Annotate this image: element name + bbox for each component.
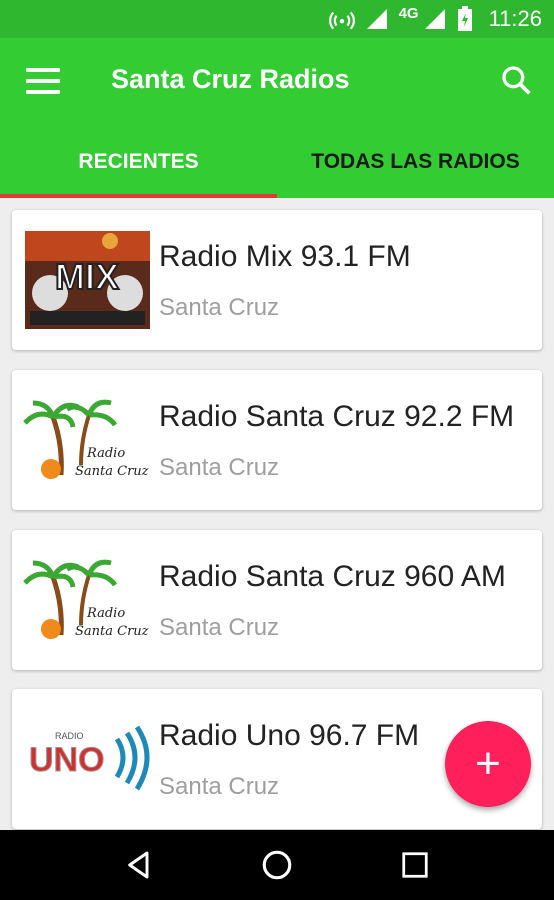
tab-recientes[interactable]: RECIENTES [0,126,277,198]
svg-text:Radio: Radio [86,606,125,621]
home-icon[interactable] [257,845,297,885]
svg-text:RADIO: RADIO [55,731,84,741]
palm-tree-logo: Radio Santa Cruz [20,382,155,497]
svg-text:MIX: MIX [55,256,119,297]
station-city: Santa Cruz [159,614,280,641]
station-city: Santa Cruz [159,773,280,800]
search-icon[interactable] [500,64,532,96]
network-type-label: 4G [398,4,419,22]
hotspot-icon [328,11,355,30]
svg-text:UNO: UNO [29,741,105,779]
app-title: Santa Cruz Radios [111,64,350,94]
tab-bar: RECIENTES TODAS LAS RADIOS [0,126,554,198]
app-toolbar: Santa Cruz Radios [0,38,554,126]
station-card[interactable]: MIX Radio Mix 93.1 FM Santa Cruz [12,210,542,350]
station-name: Radio Santa Cruz 960 AM [159,560,506,593]
recents-icon[interactable] [395,845,435,885]
tab-label: RECIENTES [78,150,199,173]
station-city: Santa Cruz [159,294,280,321]
svg-text:Santa Cruz: Santa Cruz [75,464,149,479]
menu-icon[interactable] [26,68,60,94]
wifi-signal-icon [366,9,387,29]
svg-text:Santa Cruz: Santa Cruz [75,624,149,639]
tab-todas-las-radios[interactable]: TODAS LAS RADIOS [277,126,554,198]
tab-label: TODAS LAS RADIOS [311,150,520,173]
station-card[interactable]: Radio Santa Cruz Radio Santa Cruz 92.2 F… [12,370,542,510]
station-card[interactable]: Radio Santa Cruz Radio Santa Cruz 960 AM… [12,530,542,670]
plus-icon: + [475,739,501,788]
battery-icon [457,6,472,31]
back-icon[interactable] [119,845,159,885]
palm-tree-logo: Radio Santa Cruz [20,542,155,657]
svg-text:Radio: Radio [86,446,125,461]
mix-logo: MIX [20,222,155,337]
add-station-button[interactable]: + [445,721,531,807]
station-city: Santa Cruz [159,454,280,481]
uno-logo: RADIO UNO [20,701,155,816]
cell-signal-icon [424,9,445,29]
status-bar: 4G 11:26 [0,0,554,38]
station-name: Radio Mix 93.1 FM [159,240,411,273]
station-name: Radio Uno 96.7 FM [159,719,420,752]
station-name: Radio Santa Cruz 92.2 FM [159,400,515,433]
system-nav-bar [0,830,554,900]
clock: 11:26 [488,6,542,31]
